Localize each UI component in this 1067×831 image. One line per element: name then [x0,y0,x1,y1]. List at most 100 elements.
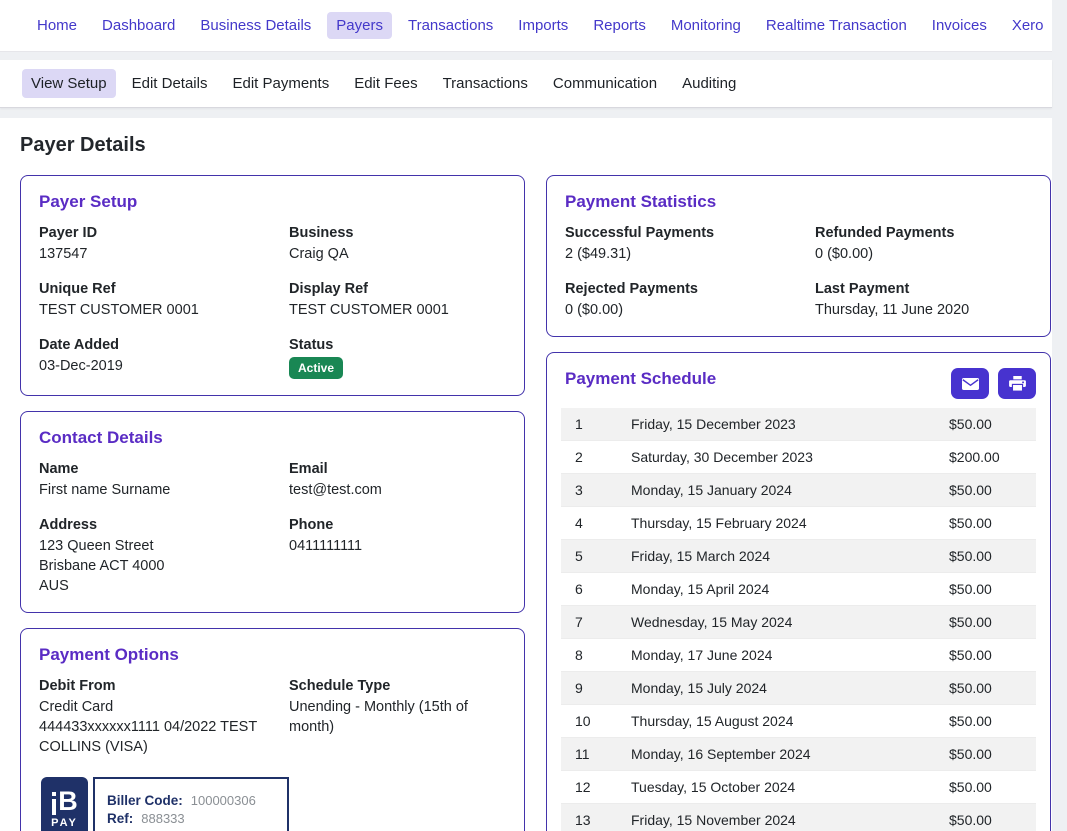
payment-schedule-actions [951,368,1036,399]
topnav-item-xero[interactable]: Xero [1003,12,1053,39]
biller-code-value: 100000306 [191,793,256,808]
schedule-row-num: 3 [561,474,625,507]
bpay-biller-box: Biller Code: 100000306 Ref: 888333 [93,777,289,831]
payer-setup-title: Payer Setup [39,192,506,212]
schedule-row-amount: $50.00 [949,606,1036,639]
topnav-item-monitoring[interactable]: Monitoring [662,12,750,39]
schedule-row: 8Monday, 17 June 2024$50.00 [561,639,1036,672]
field-label: Unique Ref [39,281,289,297]
schedule-row-num: 10 [561,705,625,738]
field-value: TEST CUSTOMER 0001 [39,300,289,320]
field-label: Name [39,461,289,477]
field-value: 123 Queen Street Brisbane ACT 4000 AUS [39,536,289,596]
schedule-row: 11Monday, 16 September 2024$50.00 [561,738,1036,771]
field-value: 137547 [39,244,289,264]
subnav-item-edit-fees[interactable]: Edit Fees [345,69,426,98]
schedule-table-body: 1Friday, 15 December 2023$50.002Saturday… [561,408,1036,831]
field-date-added: Date Added 03-Dec-2019 [39,337,289,379]
subnav-item-edit-payments[interactable]: Edit Payments [223,69,338,98]
schedule-row: 7Wednesday, 15 May 2024$50.00 [561,606,1036,639]
payment-schedule-card: Payment Schedule [546,352,1051,831]
topnav-item-dashboard[interactable]: Dashboard [93,12,184,39]
right-column: Payment Statistics Successful Payments 2… [546,175,1051,831]
biller-code-label: Biller Code: [107,793,183,808]
payment-statistics-card: Payment Statistics Successful Payments 2… [546,175,1051,337]
schedule-row-num: 7 [561,606,625,639]
field-label: Last Payment [815,281,1032,297]
field-label: Date Added [39,337,289,353]
envelope-icon [962,377,979,391]
topnav-item-payers[interactable]: Payers [327,12,392,39]
subnav-item-edit-details[interactable]: Edit Details [123,69,217,98]
field-value: 0 ($0.00) [565,300,815,320]
bpay-ref-row: Ref: 888333 [107,811,275,826]
cards-grid: Payer Setup Payer ID 137547 Business Cra… [20,175,1052,831]
schedule-row: 1Friday, 15 December 2023$50.00 [561,408,1036,441]
payment-options-card: Payment Options Debit From Credit Card 4… [20,628,525,831]
contact-details-fields: Name First name Surname Email test@test.… [39,461,506,596]
field-label: Refunded Payments [815,225,1032,241]
payment-schedule-table: 1Friday, 15 December 2023$50.002Saturday… [561,408,1036,831]
schedule-row-date: Friday, 15 November 2024 [625,804,949,831]
topnav-item-invoices[interactable]: Invoices [923,12,996,39]
payment-statistics-fields: Successful Payments 2 ($49.31) Refunded … [565,225,1032,320]
topnav-item-transactions[interactable]: Transactions [399,12,502,39]
field-value: Unending - Monthly (15th of month) [289,697,506,737]
schedule-row-date: Monday, 15 April 2024 [625,573,949,606]
schedule-row-amount: $50.00 [949,639,1036,672]
print-schedule-button[interactable] [998,368,1036,399]
schedule-row-date: Monday, 16 September 2024 [625,738,949,771]
subnav-item-auditing[interactable]: Auditing [673,69,745,98]
schedule-row-amount: $50.00 [949,507,1036,540]
field-unique-ref: Unique Ref TEST CUSTOMER 0001 [39,281,289,320]
schedule-row-date: Thursday, 15 August 2024 [625,705,949,738]
schedule-row-num: 5 [561,540,625,573]
field-email: Email test@test.com [289,461,506,500]
schedule-row: 3Monday, 15 January 2024$50.00 [561,474,1036,507]
field-business: Business Craig QA [289,225,506,264]
email-schedule-button[interactable] [951,368,989,399]
subnav-item-communication[interactable]: Communication [544,69,666,98]
schedule-row-amount: $50.00 [949,738,1036,771]
field-label: Address [39,517,289,533]
field-label: Status [289,337,506,353]
field-successful-payments: Successful Payments 2 ($49.31) [565,225,815,264]
contact-details-title: Contact Details [39,428,506,448]
topnav-item-realtime-transaction[interactable]: Realtime Transaction [757,12,916,39]
subnav-item-view-setup[interactable]: View Setup [22,69,116,98]
payer-setup-fields: Payer ID 137547 Business Craig QA Unique… [39,225,506,379]
bpay-pay-text: PAY [51,817,78,829]
field-label: Debit From [39,678,289,694]
schedule-row: 4Thursday, 15 February 2024$50.00 [561,507,1036,540]
field-name: Name First name Surname [39,461,289,500]
schedule-row-num: 11 [561,738,625,771]
subnav-item-transactions[interactable]: Transactions [434,69,537,98]
field-value: Thursday, 11 June 2020 [815,300,1032,320]
field-label: Rejected Payments [565,281,815,297]
schedule-row-date: Monday, 15 January 2024 [625,474,949,507]
page-title: Payer Details [20,134,1052,157]
payer-sub-navigation: View SetupEdit DetailsEdit PaymentsEdit … [0,60,1052,108]
topnav-item-business-details[interactable]: Business Details [191,12,320,39]
field-value: 0411111111 [289,536,506,556]
field-value: 03-Dec-2019 [39,356,289,376]
field-address: Address 123 Queen Street Brisbane ACT 40… [39,517,289,596]
topnav-item-home[interactable]: Home [28,12,86,39]
schedule-row-amount: $200.00 [949,441,1036,474]
schedule-row-amount: $50.00 [949,804,1036,831]
schedule-row-amount: $50.00 [949,672,1036,705]
field-label: Schedule Type [289,678,506,694]
field-value: First name Surname [39,480,289,500]
field-last-payment: Last Payment Thursday, 11 June 2020 [815,281,1032,320]
field-label: Display Ref [289,281,506,297]
schedule-row-num: 13 [561,804,625,831]
schedule-row-amount: $50.00 [949,540,1036,573]
schedule-row: 5Friday, 15 March 2024$50.00 [561,540,1036,573]
schedule-row-num: 1 [561,408,625,441]
schedule-row-date: Tuesday, 15 October 2024 [625,771,949,804]
schedule-row: 9Monday, 15 July 2024$50.00 [561,672,1036,705]
topnav-item-reports[interactable]: Reports [584,12,655,39]
field-refunded-payments: Refunded Payments 0 ($0.00) [815,225,1032,264]
schedule-row-date: Friday, 15 December 2023 [625,408,949,441]
topnav-item-imports[interactable]: Imports [509,12,577,39]
